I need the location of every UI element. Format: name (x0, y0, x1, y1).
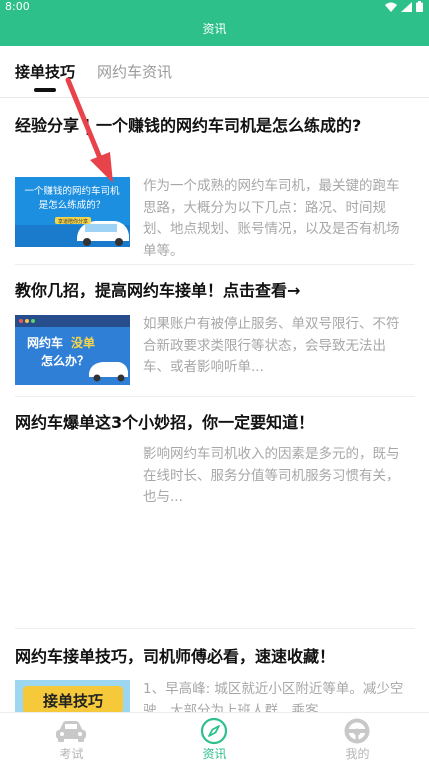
page-title: 资讯 (202, 22, 227, 36)
thumbnail-text-highlight: 没单 (71, 335, 95, 350)
list-item[interactable]: 经验分享 | 一个赚钱的网约车司机是怎么练成的? 享道陪你分享 一个赚钱的网约车… (0, 99, 429, 259)
article-thumbnail: 网约车 没单 怎么办？ (15, 315, 130, 385)
list-item[interactable]: 网约车接单技巧，司机师傅必看，速速收藏！ 接单技巧 1、早高峰: 城区就近小区附… (0, 629, 429, 713)
bottom-navigation: 考试 资讯 我的 (0, 712, 429, 762)
thumbnail-text-line1: 一个赚钱的网约车司机 (24, 185, 120, 197)
wifi-icon (385, 2, 397, 12)
list-item[interactable]: 网约车爆单这3个小妙招，你一定要知道！ 影响网约车司机收入的因素是多元的，既与在… (0, 397, 429, 627)
car-icon (54, 717, 88, 745)
article-thumbnail: 接单技巧 (15, 680, 130, 713)
article-title: 网约车接单技巧，司机师傅必看，速速收藏！ (15, 647, 336, 666)
list-item[interactable]: 教你几招，提高网约车接单！点击查看→ 网约车 没单 怎么办？ 如果账户有被停止服… (0, 265, 429, 395)
thumbnail-text-line2: 是怎么练成的？ (39, 199, 106, 211)
article-excerpt: 影响网约车司机收入的因素是多元的，既与在线时长、服务分值等司机服务习惯有关，也与… (143, 446, 400, 505)
nav-label: 我的 (345, 747, 370, 761)
thumbnail-tag: 享道陪你分享 (58, 218, 88, 225)
nav-item-exam[interactable]: 考试 (0, 713, 143, 762)
top-app-bar: 8:00 资讯 (0, 0, 429, 46)
article-title: 经验分享 | 一个赚钱的网约车司机是怎么练成的? (15, 116, 362, 135)
article-thumbnail: 享道陪你分享 一个赚钱的网约车司机 是怎么练成的？ (15, 177, 130, 247)
status-time: 8:00 (5, 0, 30, 13)
status-icons (385, 1, 423, 12)
tab-bar: 接单技巧 网约车资讯 (0, 46, 429, 98)
article-excerpt: 作为一个成熟的网约车司机，最关键的跑车思路，大概分为以下几点：路况、时间规划、地… (143, 178, 400, 259)
nav-label: 考试 (59, 747, 84, 761)
article-excerpt: 如果账户有被停止服务、单双号限行、不符合新政要求类限行等状态，会导致无法出车、或… (143, 316, 400, 375)
signal-icon (401, 1, 412, 12)
tab-indicator (34, 88, 56, 92)
nav-item-profile[interactable]: 我的 (286, 713, 429, 762)
nav-label: 资讯 (202, 747, 227, 761)
tab-order-tips[interactable]: 接单技巧 (15, 62, 75, 82)
compass-icon (197, 717, 231, 745)
article-title: 网约车爆单这3个小妙招，你一定要知道！ (15, 413, 315, 432)
nav-item-news[interactable]: 资讯 (143, 713, 286, 762)
thumbnail-text: 接单技巧 (43, 692, 103, 710)
steering-wheel-icon (340, 717, 374, 745)
article-title: 教你几招，提高网约车接单！点击查看→ (15, 281, 301, 300)
tab-rideshare-news[interactable]: 网约车资讯 (97, 62, 172, 82)
article-excerpt: 1、早高峰: 城区就近小区附近等单。减少空驶，大部分为上班人群，乘客 (143, 681, 404, 712)
battery-icon (416, 1, 423, 12)
thumbnail-text-line1: 网约车 (27, 335, 63, 350)
thumbnail-text-line2: 怎么办？ (41, 353, 89, 368)
